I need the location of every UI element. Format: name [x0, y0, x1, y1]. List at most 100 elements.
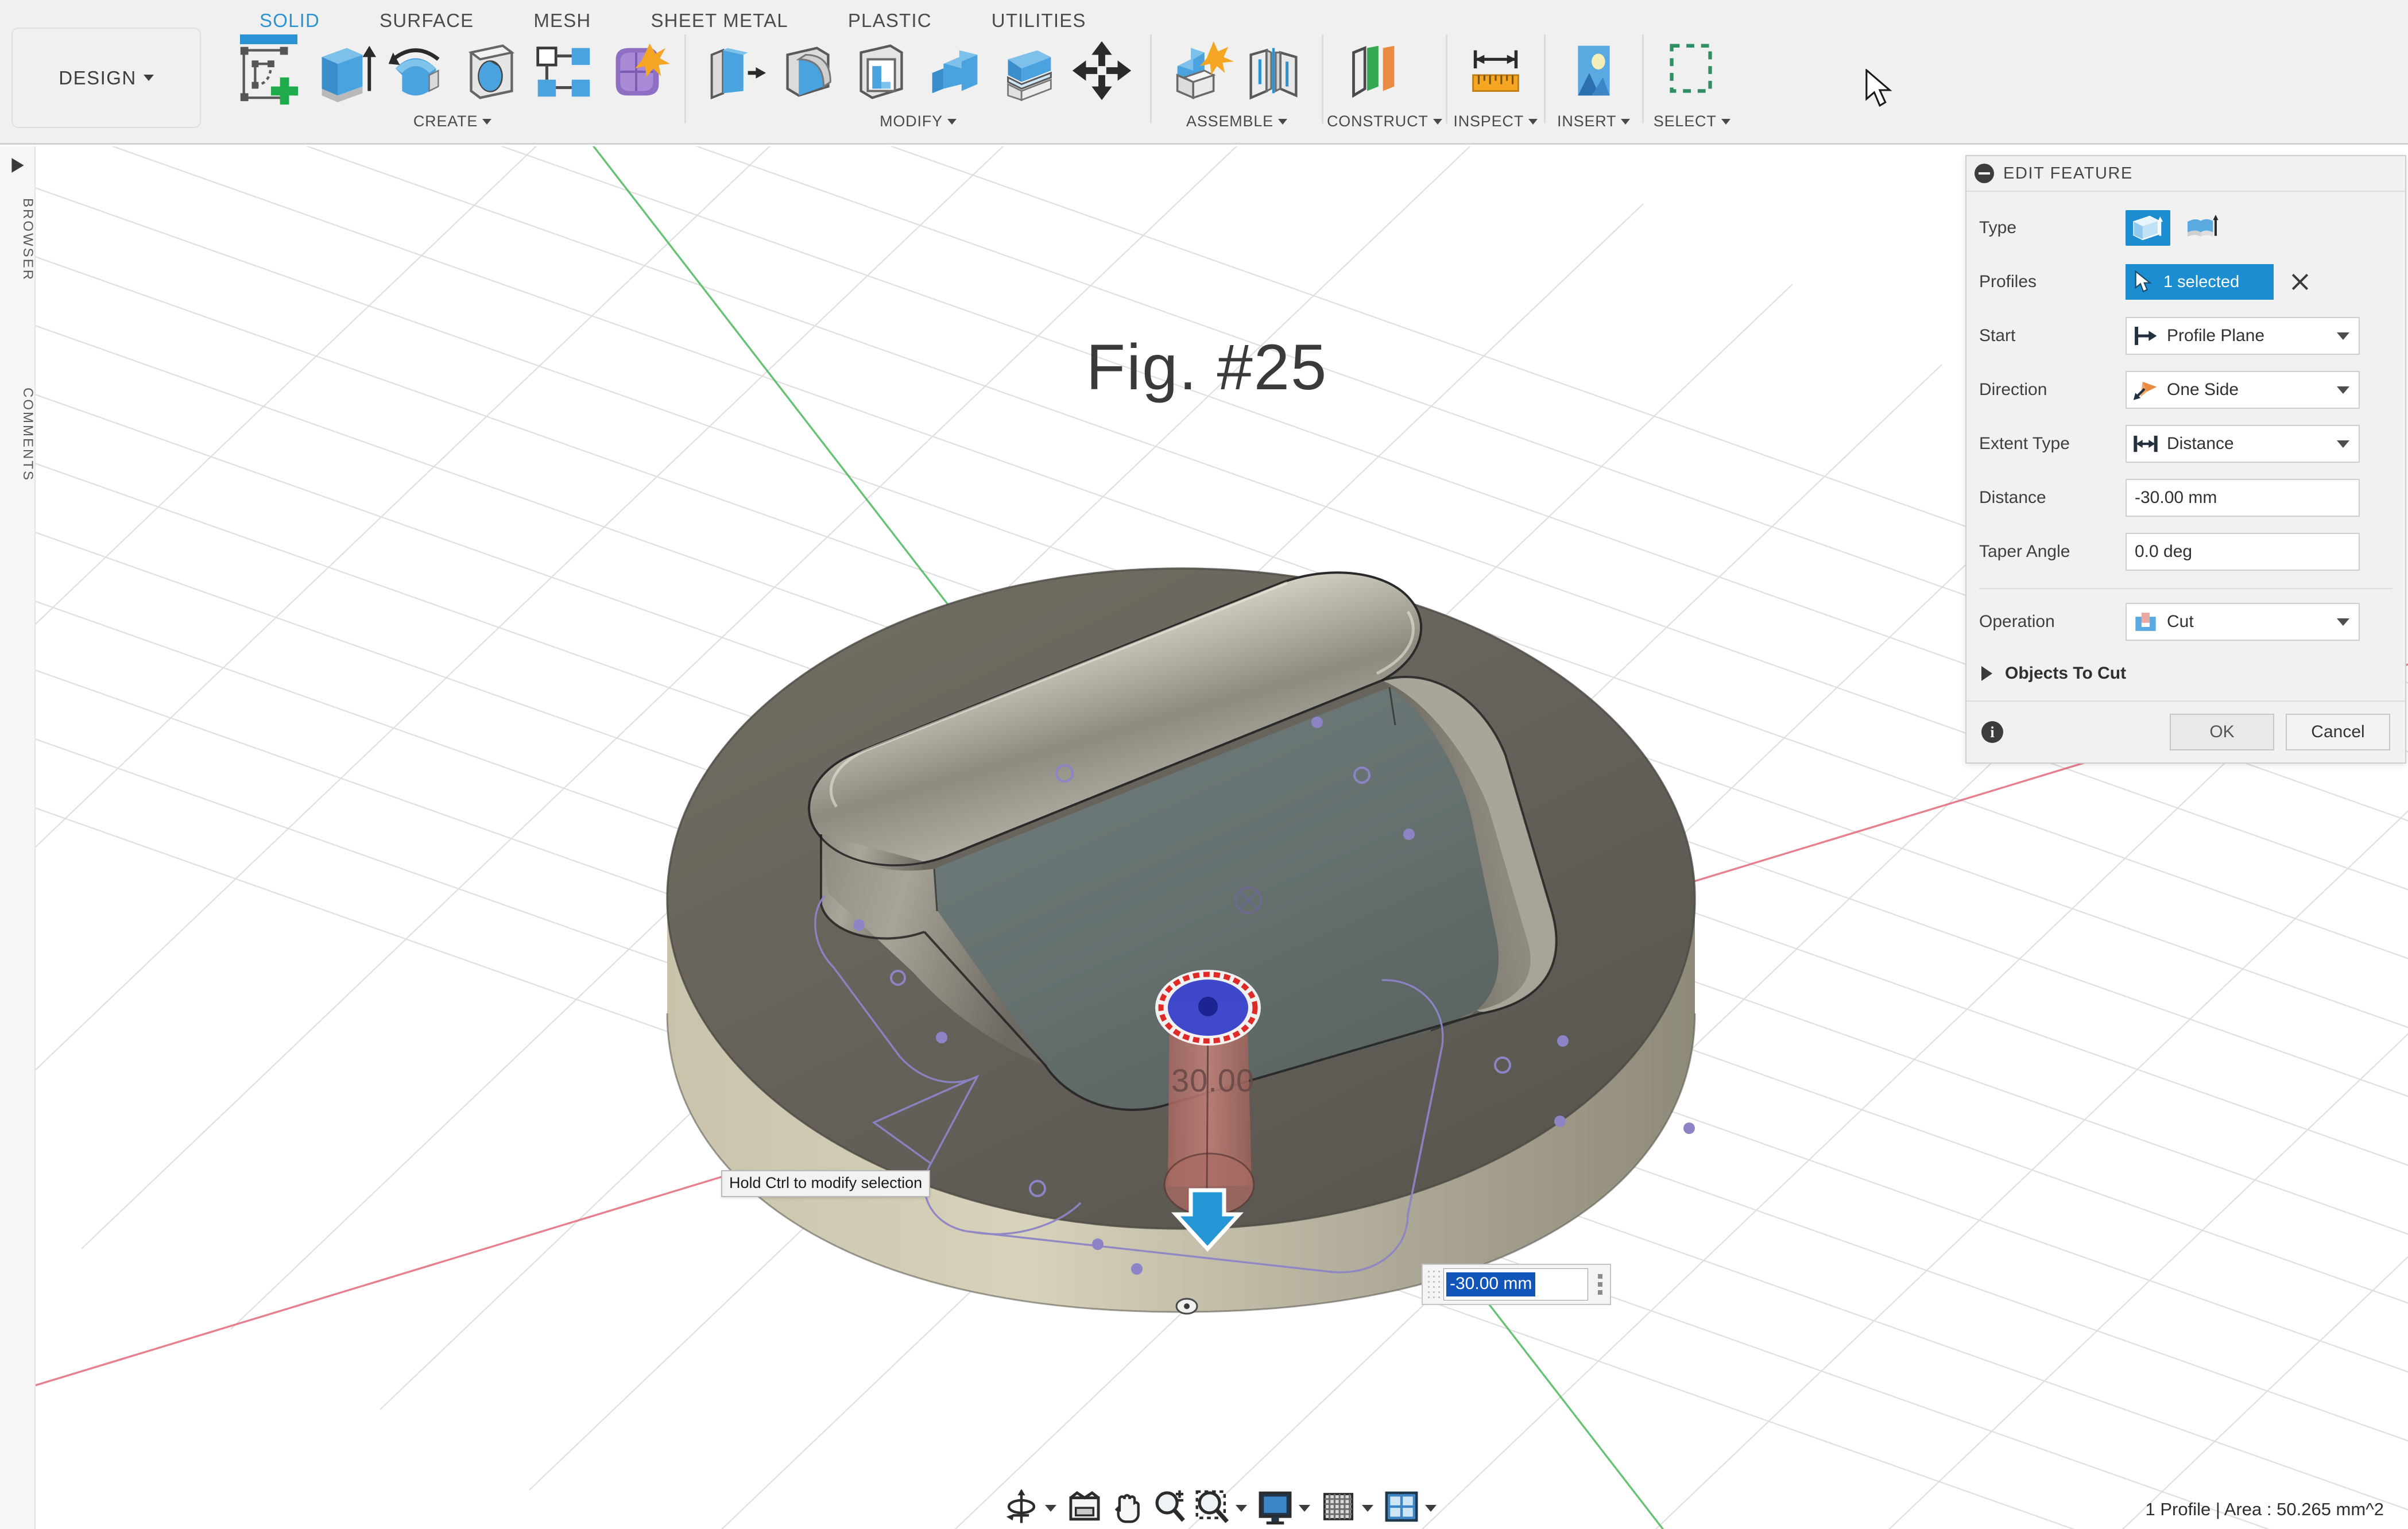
operation-value: Cut — [2167, 612, 2329, 632]
label-start: Start — [1979, 326, 2126, 346]
move-copy-icon[interactable] — [1065, 34, 1139, 107]
dimension-input-field[interactable]: -30.00 mm — [1422, 1264, 1611, 1305]
orbit-icon — [1000, 1487, 1043, 1527]
group-label-assemble[interactable]: ASSEMBLE — [1155, 113, 1318, 130]
start-value: Profile Plane — [2167, 326, 2329, 346]
figure-title: Fig. #25 — [1086, 330, 1328, 404]
measure-icon[interactable] — [1459, 34, 1532, 107]
type-surface-button[interactable] — [2178, 210, 2223, 246]
dimension-text-input[interactable]: -30.00 mm — [1443, 1268, 1588, 1300]
fillet-icon[interactable] — [771, 34, 845, 107]
shell-icon[interactable] — [845, 34, 918, 107]
row-extent-type: Extent Type Distance — [1979, 417, 2392, 471]
pan-icon — [1106, 1487, 1148, 1527]
chevron-down-icon[interactable] — [1045, 1505, 1056, 1512]
panel-header: EDIT FEATURE — [1966, 156, 2405, 192]
group-label-select[interactable]: SELECT — [1647, 113, 1737, 130]
distance-input[interactable]: -30.00 mm — [2126, 479, 2360, 517]
profile-plane-icon — [2132, 324, 2159, 347]
divider — [1642, 34, 1644, 123]
drag-grip-icon[interactable] — [1426, 1269, 1441, 1300]
chevron-down-icon[interactable] — [1236, 1505, 1247, 1512]
hole-icon[interactable] — [452, 34, 526, 107]
objects-to-cut-expander[interactable]: Objects To Cut — [1979, 649, 2392, 698]
divider — [1322, 34, 1323, 123]
display-settings-icon — [1254, 1487, 1296, 1527]
extent-type-dropdown[interactable]: Distance — [2126, 425, 2360, 463]
chevron-down-icon — [2337, 332, 2349, 340]
info-icon[interactable]: i — [1981, 721, 2003, 743]
insert-image-icon[interactable] — [1557, 34, 1631, 107]
chevron-down-icon — [947, 119, 957, 125]
nav-zoom[interactable] — [1148, 1487, 1191, 1527]
group-label-inspect[interactable]: INSPECT — [1451, 113, 1540, 130]
comments-label[interactable]: COMMENTS — [0, 388, 36, 482]
combine-icon[interactable] — [918, 34, 992, 107]
dimension-value: -30.00 mm — [1446, 1272, 1535, 1296]
look-at-icon — [1063, 1487, 1106, 1527]
nav-look-at[interactable] — [1063, 1487, 1106, 1527]
divider — [1150, 34, 1152, 123]
create-sketch-icon[interactable] — [232, 34, 305, 107]
ok-button[interactable]: OK — [2170, 714, 2274, 750]
nav-grid-snaps[interactable] — [1317, 1487, 1380, 1527]
row-start: Start Profile Plane — [1979, 309, 2392, 363]
expand-browser-icon[interactable] — [8, 156, 28, 175]
chevron-down-icon — [1433, 119, 1442, 125]
press-pull-icon[interactable] — [698, 34, 771, 107]
chevron-down-icon[interactable] — [1362, 1505, 1373, 1512]
create-form-icon[interactable] — [599, 34, 673, 107]
panel-footer: i OK Cancel — [1966, 700, 2405, 762]
divider — [1979, 588, 2392, 589]
nav-tools — [1000, 1487, 1443, 1527]
divider — [1446, 34, 1447, 123]
profiles-selection-chip[interactable]: 1 selected — [2126, 264, 2274, 300]
nav-orbit[interactable] — [1000, 1487, 1063, 1527]
extrude-icon[interactable] — [305, 34, 379, 107]
row-operation: Operation Cut — [1979, 595, 2392, 649]
dimension-options-icon[interactable] — [1590, 1268, 1610, 1300]
select-cursor-icon — [2134, 270, 2153, 293]
extrude-drag-handle — [1155, 970, 1261, 1046]
browser-label[interactable]: BROWSER — [0, 198, 36, 281]
group-label-create[interactable]: CREATE — [224, 113, 681, 130]
taper-angle-input[interactable]: 0.0 deg — [2126, 533, 2360, 571]
clear-selection-icon[interactable] — [2286, 268, 2314, 296]
nav-viewports[interactable] — [1380, 1487, 1443, 1527]
cut-icon — [2132, 610, 2159, 633]
mouse-cursor — [1864, 69, 1895, 109]
chevron-down-icon[interactable] — [1299, 1505, 1310, 1512]
chevron-right-icon — [1981, 666, 1992, 681]
rectangular-pattern-icon[interactable] — [526, 34, 599, 107]
cancel-button[interactable]: Cancel — [2286, 714, 2390, 750]
offset-plane-icon[interactable] — [1335, 34, 1408, 107]
select-window-icon[interactable] — [1655, 34, 1729, 107]
chevron-down-icon — [1621, 119, 1630, 125]
group-label-construct[interactable]: CONSTRUCT — [1327, 113, 1442, 130]
panel-title: EDIT FEATURE — [2003, 164, 2133, 183]
row-type: Type — [1979, 201, 2392, 255]
status-bar-text: 1 Profile | Area : 50.265 mm^2 — [2146, 1499, 2384, 1520]
start-dropdown[interactable]: Profile Plane — [2126, 317, 2360, 355]
extent-type-value: Distance — [2167, 434, 2329, 454]
chevron-down-icon — [2337, 386, 2349, 394]
collapse-icon[interactable] — [1975, 164, 1994, 183]
split-face-icon[interactable] — [992, 34, 1065, 107]
selection-hint-tooltip: Hold Ctrl to modify selection — [721, 1170, 930, 1197]
nav-zoom-fit[interactable] — [1191, 1487, 1254, 1527]
group-label-modify[interactable]: MODIFY — [690, 113, 1147, 130]
new-component-icon[interactable] — [1163, 34, 1237, 107]
zoom-icon — [1148, 1487, 1191, 1527]
label-type: Type — [1979, 218, 2126, 238]
revolve-icon[interactable] — [379, 34, 452, 107]
row-direction: Direction One Side — [1979, 363, 2392, 417]
operation-dropdown[interactable]: Cut — [2126, 603, 2360, 641]
nav-pan[interactable] — [1106, 1487, 1148, 1527]
group-label-insert[interactable]: INSERT — [1549, 113, 1639, 130]
type-profile-button[interactable] — [2126, 210, 2170, 246]
chevron-down-icon[interactable] — [1425, 1505, 1437, 1512]
joint-icon[interactable] — [1237, 34, 1310, 107]
direction-dropdown[interactable]: One Side — [2126, 371, 2360, 409]
nav-display-settings[interactable] — [1254, 1487, 1317, 1527]
workspace-switcher[interactable]: DESIGN — [11, 28, 201, 128]
